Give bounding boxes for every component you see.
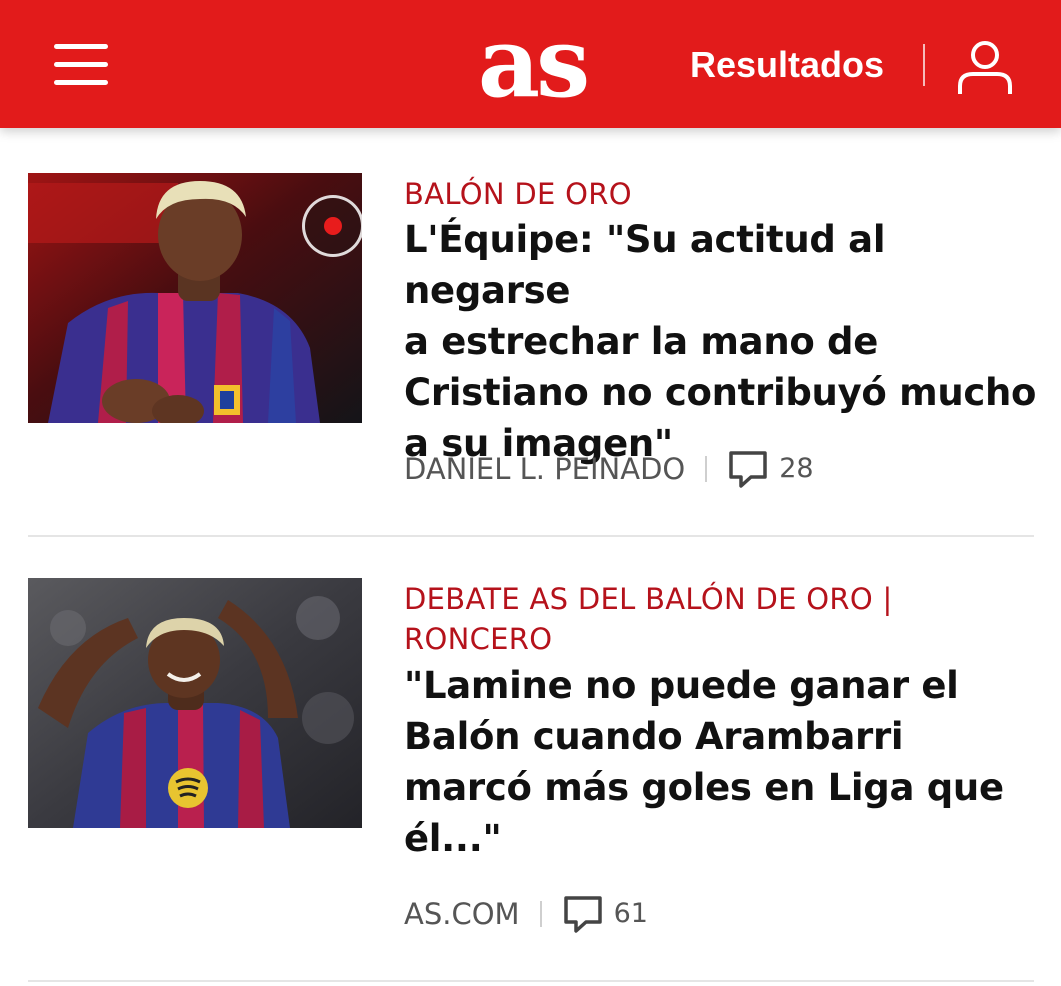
article-meta: DANIEL L. PEINADO 28 <box>404 449 814 489</box>
header-divider <box>923 44 925 86</box>
article-headline[interactable]: "Lamine no puede ganar el Balón cuando A… <box>404 660 1044 864</box>
article-thumbnail[interactable] <box>28 578 362 828</box>
headline-line: Balón cuando Arambarri <box>404 715 904 758</box>
comment-bubble-icon[interactable] <box>562 894 604 934</box>
article-divider <box>28 980 1034 982</box>
meta-divider <box>539 901 542 927</box>
article-headline[interactable]: L'Équipe: "Su actitud al negarse a estre… <box>404 214 1044 469</box>
article-kicker[interactable]: DEBATE AS DEL BALÓN DE ORO | RONCERO <box>404 579 1044 659</box>
kicker-line: RONCERO <box>404 622 553 656</box>
headline-line: marcó más goles en Liga que <box>404 766 1004 809</box>
results-link[interactable]: Resultados <box>690 40 884 90</box>
kicker-line: DEBATE AS DEL BALÓN DE ORO | <box>404 582 893 616</box>
menu-line <box>54 80 108 85</box>
article-author[interactable]: DANIEL L. PEINADO <box>404 449 685 489</box>
top-app-bar: as Resultados <box>0 0 1061 128</box>
user-account-icon[interactable] <box>955 38 1015 96</box>
comment-count[interactable]: 28 <box>779 449 813 489</box>
headline-line: él..." <box>404 817 502 860</box>
headline-line: "Lamine no puede ganar el <box>404 664 959 707</box>
headline-line: L'Équipe: "Su actitud al negarse <box>404 218 886 312</box>
player-photo <box>28 578 362 828</box>
article-kicker[interactable]: BALÓN DE ORO <box>404 174 1044 214</box>
menu-line <box>54 44 108 49</box>
headline-line: a estrechar la mano de <box>404 320 879 363</box>
menu-line <box>54 62 108 67</box>
comment-bubble-icon[interactable] <box>727 449 769 489</box>
comment-count[interactable]: 61 <box>614 894 648 934</box>
headline-line: Cristiano no contribuyó mucho <box>404 371 1037 414</box>
article-divider <box>28 535 1034 537</box>
article-meta: AS.COM 61 <box>404 894 648 934</box>
article-author[interactable]: AS.COM <box>404 894 520 934</box>
meta-divider <box>705 456 708 482</box>
live-record-icon <box>302 195 362 257</box>
article-thumbnail[interactable] <box>28 173 362 423</box>
hamburger-menu-icon[interactable] <box>54 44 108 86</box>
as-logo[interactable]: as <box>462 8 602 118</box>
